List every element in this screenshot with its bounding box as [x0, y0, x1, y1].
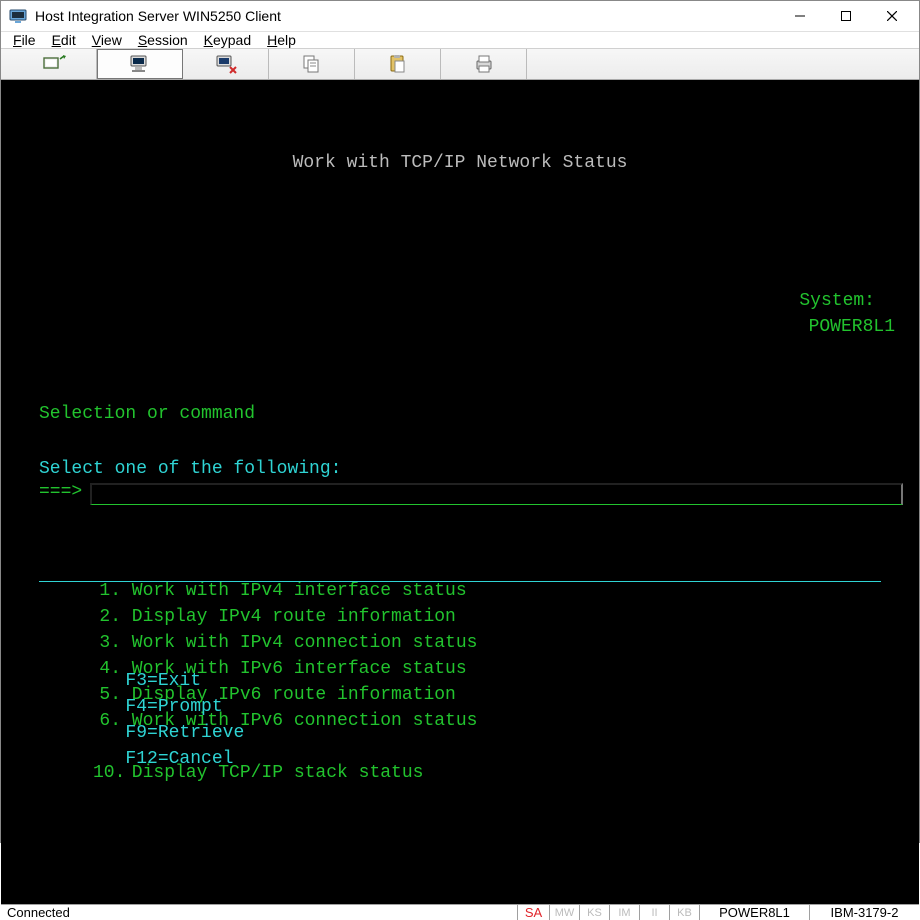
- menu-help[interactable]: Help: [267, 32, 296, 48]
- menu-edit[interactable]: Edit: [52, 32, 76, 48]
- status-connection: Connected: [1, 905, 517, 920]
- toolbar-disconnect-button[interactable]: [183, 49, 269, 79]
- menu-file[interactable]: File: [13, 32, 36, 48]
- window-maximize-button[interactable]: [823, 1, 869, 31]
- status-ks: KS: [579, 905, 609, 920]
- menu-session[interactable]: Session: [138, 32, 188, 48]
- command-prefix: ===>: [39, 479, 82, 505]
- status-kb: KB: [669, 905, 699, 920]
- window-close-button[interactable]: [869, 1, 915, 31]
- separator-line: [39, 581, 881, 582]
- command-label: Selection or command: [17, 401, 903, 427]
- window-minimize-button[interactable]: [777, 1, 823, 31]
- fkey-f9[interactable]: F9=Retrieve: [125, 723, 244, 743]
- window-titlebar: Host Integration Server WIN5250 Client: [1, 1, 919, 32]
- statusbar: Connected SA MW KS IM II KB POWER8L1 IBM…: [1, 904, 919, 920]
- toolbar: [1, 49, 919, 80]
- function-key-row: F3=Exit F4=Prompt F9=Retrieve F12=Cancel: [17, 642, 903, 798]
- app-icon: [9, 7, 27, 25]
- status-mw: MW: [549, 905, 579, 920]
- menu-view[interactable]: View: [92, 32, 122, 48]
- toolbar-copy-button[interactable]: [269, 49, 355, 79]
- window-title: Host Integration Server WIN5250 Client: [35, 8, 777, 24]
- status-im: IM: [609, 905, 639, 920]
- status-system: POWER8L1: [699, 905, 809, 920]
- toolbar-print-button[interactable]: [441, 49, 527, 79]
- fkey-f3[interactable]: F3=Exit: [125, 671, 201, 691]
- toolbar-session-button[interactable]: [97, 49, 183, 79]
- toolbar-connect-button[interactable]: [11, 49, 97, 79]
- terminal-area[interactable]: Work with TCP/IP Network Status System: …: [1, 80, 919, 904]
- menubar: File Edit View Session Keypad Help: [1, 32, 919, 49]
- status-device: IBM-3179-2: [809, 905, 919, 920]
- fkey-f4[interactable]: F4=Prompt: [125, 697, 222, 717]
- fkey-f12[interactable]: F12=Cancel: [125, 749, 233, 769]
- system-label: System:: [799, 291, 875, 311]
- status-sa: SA: [517, 905, 549, 920]
- command-input[interactable]: [90, 483, 903, 505]
- screen-title: Work with TCP/IP Network Status: [17, 150, 903, 176]
- menu-keypad[interactable]: Keypad: [204, 32, 252, 48]
- system-name: POWER8L1: [809, 317, 895, 337]
- status-ii: II: [639, 905, 669, 920]
- toolbar-paste-button[interactable]: [355, 49, 441, 79]
